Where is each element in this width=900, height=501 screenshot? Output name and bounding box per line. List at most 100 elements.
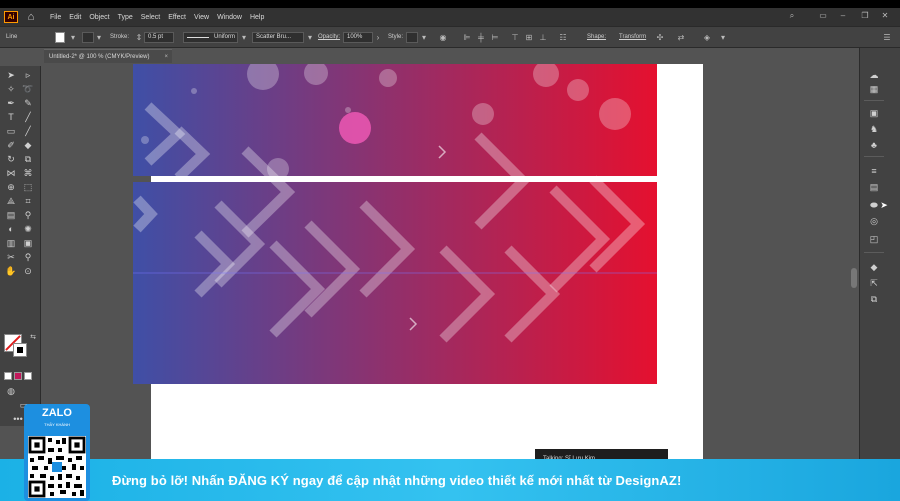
layers-icon[interactable]: ◆ [868,262,880,273]
workspace-icon[interactable]: ▭ [818,11,828,21]
properties-icon[interactable]: ☁ [868,70,880,81]
align-right-icon[interactable]: ⊨ [490,32,500,43]
menu-window[interactable]: Window [217,14,242,21]
document-tab[interactable]: Untitled-2* @ 100 % (CMYK/Preview) × [44,49,172,63]
chevron-down-icon[interactable]: ▾ [68,32,78,43]
distribute-icon[interactable]: ☷ [558,32,568,43]
close-tab-icon[interactable]: × [164,50,168,64]
zalo-qr-badge[interactable]: ZALO THẦY KHÁNH [24,404,90,501]
restore-icon[interactable]: ❐ [860,11,870,21]
align-left-icon[interactable]: ⊫ [462,32,472,43]
align-top-icon[interactable]: ⊤ [510,32,520,43]
graphic-style-box[interactable] [406,32,418,43]
pen-tool-icon[interactable]: ✒ [5,98,17,109]
style-label: Style: [388,34,404,40]
libraries-icon[interactable]: ▦ [868,84,880,95]
blend-tool-icon[interactable]: ◐ [5,224,17,235]
swap-colors-icon[interactable]: ⇆ [27,332,39,343]
direct-selection-tool-icon[interactable]: ▹ [22,70,34,81]
fill-color-icon[interactable] [55,32,65,43]
scale-tool-icon[interactable]: ⧉ [22,154,34,165]
opacity-input[interactable]: 100% [343,32,373,43]
gradient-banner-artwork[interactable] [133,64,657,384]
shape-builder-icon[interactable]: ⊕ [5,182,17,193]
menu-effect[interactable]: Effect [168,14,186,21]
transform-label[interactable]: Transform [619,32,646,43]
lasso-icon[interactable]: ➰ [22,84,34,95]
stroke-color-box[interactable] [82,32,94,43]
draw-mode-icon[interactable]: ◍ [5,386,17,397]
eyedropper-icon[interactable]: ⚲ [22,210,34,221]
shape-label[interactable]: Shape: [587,32,606,43]
transparency-icon[interactable]: ◰ [868,234,880,245]
isolate-icon[interactable]: ◈ [702,32,712,43]
rectangle-tool-icon[interactable]: ▭ [5,126,17,137]
chevron-down-icon[interactable]: ▾ [239,32,249,43]
flip-icon[interactable]: ⇄ [676,32,686,43]
mesh-tool-icon[interactable]: ⌗ [22,196,34,207]
chevron-right-icon[interactable]: › [373,32,383,43]
variable-width-profile[interactable]: Uniform [183,32,238,43]
stroke-swatch[interactable] [13,343,27,357]
curvature-tool-icon[interactable]: ✎ [22,98,34,109]
transform-icon[interactable]: ✣ [655,32,665,43]
minimize-icon[interactable]: – [838,11,848,21]
align-middle-icon[interactable]: ⊞ [524,32,534,43]
graph-tool-icon[interactable]: ▥ [5,238,17,249]
artboard-tool-icon[interactable]: ▣ [22,238,34,249]
perspective-grid-icon[interactable]: ⟁ [5,196,17,207]
more-tools-icon[interactable]: ••• [12,414,24,425]
export-icon[interactable]: ⇱ [868,278,880,289]
stroke-panel-icon[interactable]: ≡ [868,166,880,177]
stroke-weight-input[interactable]: 0.5 pt [144,32,174,43]
eraser-tool-icon[interactable]: ◆ [22,140,34,151]
color-mode-icon[interactable] [4,372,12,380]
home-icon[interactable]: ⌂ [24,10,38,24]
chevron-down-icon[interactable]: ▾ [419,32,429,43]
search-icon[interactable]: ⌕ [787,11,797,21]
slice-tool-icon[interactable]: ✂ [5,252,17,263]
selection-tool-icon[interactable]: ➤ [5,70,17,81]
shaper-tool-icon[interactable]: ✐ [5,140,17,151]
menu-edit[interactable]: Edit [69,14,81,21]
menu-object[interactable]: Object [89,14,109,21]
magnifier-icon[interactable]: ⊙ [22,266,34,277]
gradient-tool-icon[interactable]: ▤ [5,210,17,221]
type-tool-icon[interactable]: T [5,112,17,123]
none-mode-icon[interactable] [24,372,32,380]
menu-help[interactable]: Help [250,14,264,21]
gradient-panel-icon[interactable]: ▤ [868,182,880,193]
artboards-icon[interactable]: ⧉ [868,294,880,305]
symbols-icon[interactable]: ♣ [868,140,880,151]
opacity-label[interactable]: Opacity: [318,32,340,43]
brush-definition[interactable]: Scatter Bru... [252,32,304,43]
paintbrush-tool-icon[interactable]: ╱ [22,126,34,137]
recolor-icon[interactable]: ◉ [438,32,448,43]
gradient-mode-icon[interactable] [14,372,22,380]
menu-file[interactable]: File [50,14,61,21]
chevron-down-icon[interactable]: ▾ [718,32,728,43]
line-tool-icon[interactable]: ╱ [22,112,34,123]
menu-type[interactable]: Type [118,14,133,21]
free-transform-icon[interactable]: ⬚ [22,182,34,193]
rotate-tool-icon[interactable]: ↻ [5,154,17,165]
panel-menu-icon[interactable]: ☰ [882,32,892,43]
chevron-down-icon[interactable]: ▾ [94,32,104,43]
hand-tool-icon[interactable]: ✋ [5,266,17,277]
zoom-tool-icon[interactable]: ⚲ [22,252,34,263]
align-bottom-icon[interactable]: ⊥ [538,32,548,43]
menu-view[interactable]: View [194,14,209,21]
warp-tool-icon[interactable]: ⌘ [22,168,34,179]
graphic-styles-icon[interactable]: ◎ [868,216,880,227]
align-center-icon[interactable]: ╪ [476,32,486,43]
chevron-down-icon[interactable]: ▾ [305,32,315,43]
vertical-scrollbar[interactable] [851,268,857,288]
close-icon[interactable]: ✕ [880,11,890,21]
symbol-sprayer-icon[interactable]: ✺ [22,224,34,235]
width-tool-icon[interactable]: ⋈ [5,168,17,179]
color-icon[interactable]: ▣ [868,108,880,119]
magic-wand-icon[interactable]: ✧ [5,84,17,95]
stepper-icon[interactable]: ⇕ [134,32,144,43]
menu-select[interactable]: Select [141,14,160,21]
brushes-icon[interactable]: ♞ [868,124,880,135]
